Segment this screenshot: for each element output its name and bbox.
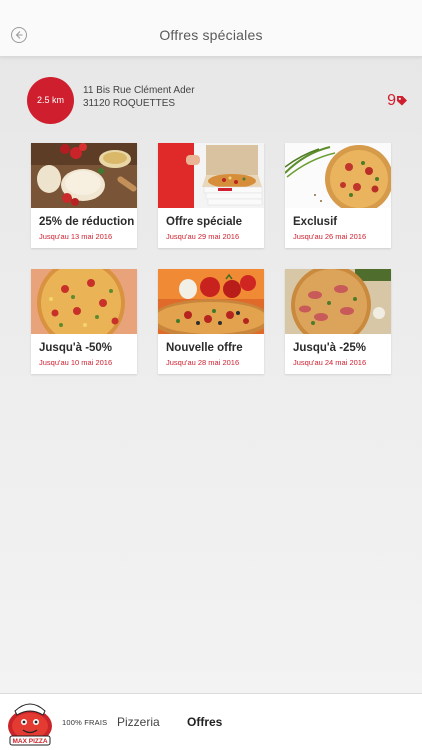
offer-date: Jusqu'au 10 mai 2016 [39, 358, 113, 367]
offer-card[interactable]: Exclusif Jusqu'au 26 mai 2016 [285, 143, 391, 248]
offer-card[interactable]: Offre spéciale Jusqu'au 29 mai 2016 [158, 143, 264, 248]
offer-title: Nouvelle offre [166, 342, 243, 354]
offer-title: Offre spéciale [166, 216, 243, 228]
offer-date: Jusqu'au 26 mai 2016 [293, 232, 367, 241]
address-line-1: 11 Bis Rue Clément Ader [83, 85, 195, 96]
pizza-dough-photo [31, 143, 137, 208]
nav-item-pizzeria[interactable]: Pizzeria [117, 715, 160, 729]
bottom-nav-bar: MAX PIZZA 100% FRAIS Pizzeria Offres [0, 693, 422, 750]
offer-card[interactable]: 25% de réduction Jusqu'au 13 mai 2016 [31, 143, 137, 248]
pizza-tomatoes-photo [158, 269, 264, 334]
offer-card[interactable]: Jusqu'à -50% Jusqu'au 10 mai 2016 [31, 269, 137, 374]
offer-card[interactable]: Jusqu'à -25% Jusqu'au 24 mai 2016 [285, 269, 391, 374]
distance-badge: 2.5 km [27, 77, 74, 124]
restaurant-address: 11 Bis Rue Clément Ader 31120 ROQUETTES [83, 84, 195, 110]
offer-title: Jusqu'à -50% [39, 342, 113, 354]
offer-date: Jusqu'au 13 mai 2016 [39, 232, 113, 241]
offer-title: Jusqu'à -25% [293, 342, 367, 354]
nav-item-offres[interactable]: Offres [187, 715, 222, 729]
header-bar: Offres spéciales [0, 0, 422, 57]
offer-date: Jusqu'au 28 mai 2016 [166, 358, 240, 367]
address-line-2: 31120 ROQUETTES [83, 98, 176, 109]
offer-title: 25% de réduction [39, 216, 135, 228]
pizza-peppers-photo [31, 269, 137, 334]
offer-title: Exclusif [293, 216, 338, 228]
tagline: 100% FRAIS [62, 718, 108, 727]
max-pizza-logo: MAX PIZZA [8, 703, 52, 746]
offer-date: Jusqu'au 29 mai 2016 [166, 232, 240, 241]
pizza-herbs-photo [285, 143, 391, 208]
tag-icon [397, 96, 407, 106]
pizza-delivery-box-photo [158, 143, 264, 208]
offer-count: 9 [387, 92, 396, 109]
pizza-ham-photo [285, 269, 391, 334]
offer-date: Jusqu'au 24 mai 2016 [293, 358, 367, 367]
offer-card[interactable]: Nouvelle offre Jusqu'au 28 mai 2016 [158, 269, 264, 374]
page-title: Offres spéciales [159, 27, 263, 43]
logo-text: MAX PIZZA [12, 738, 47, 745]
